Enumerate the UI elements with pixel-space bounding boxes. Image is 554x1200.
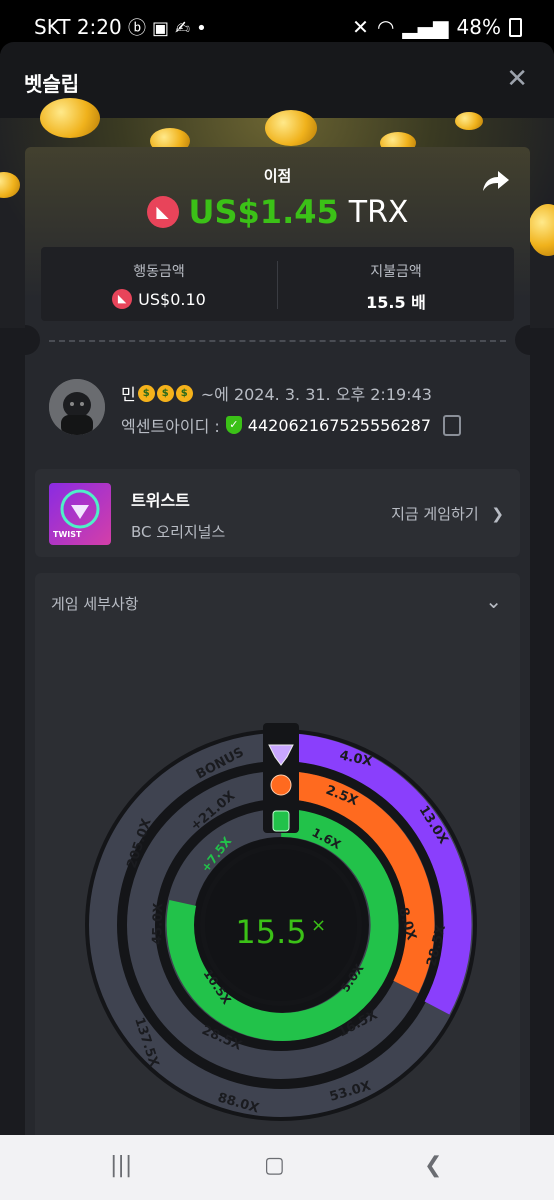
mute-icon: ✕ <box>352 15 369 39</box>
bet-slip-card: 이점 ◣ US$1.45 TRX 행동금액 ◣ US$0.10 지불금액 15.… <box>25 147 530 1147</box>
status-time: SKT 2:20 <box>34 15 122 39</box>
payout-label: 지불금액 <box>370 264 422 280</box>
green-gem-icon <box>272 810 290 832</box>
page-title: 벳슬립 <box>24 72 80 96</box>
bet-amount-row: ◣ US$0.10 <box>41 289 277 309</box>
status-right: ✕ ◠ ▂▄▆ 48% <box>352 15 522 39</box>
profit-currency: TRX <box>348 194 409 230</box>
notification-icons: ⓑ▣✍• <box>128 18 213 39</box>
back-icon[interactable]: ❮ <box>424 1153 442 1178</box>
share-icon[interactable] <box>482 169 510 193</box>
game-row[interactable]: TWIST 트위스트 BC 오리지널스 지금 게임하기 ❯ <box>35 469 520 557</box>
avatar-image <box>49 379 105 435</box>
trx-icon: ◣ <box>112 289 133 309</box>
center-multiplier-x: × <box>311 915 326 936</box>
wifi-icon: ◠ <box>376 15 395 39</box>
payout-value: 15.5 배 <box>366 293 426 312</box>
money-face-icon: $ <box>175 384 193 402</box>
coin-decoration <box>528 204 554 256</box>
bet-amount-value: US$0.10 <box>138 289 206 309</box>
recent-apps-icon[interactable]: ||| <box>110 1153 132 1178</box>
game-thumbnail: TWIST <box>49 483 111 545</box>
bet-stats: 행동금액 ◣ US$0.10 지불금액 15.5 배 <box>41 247 514 321</box>
battery-text: 48% <box>456 15 501 39</box>
bet-amount-stat: 행동금액 ◣ US$0.10 <box>41 247 277 321</box>
avatar[interactable] <box>49 379 105 435</box>
copy-icon[interactable] <box>443 414 462 436</box>
chevron-right-icon: ❯ <box>491 505 504 523</box>
middle-label: 45.0X <box>150 903 166 946</box>
profit-label: 이점 <box>263 167 292 185</box>
profit-amount: US$1.45 <box>188 193 339 231</box>
bet-amount-label: 행동금액 <box>133 264 185 280</box>
game-thumbnail-label: TWIST <box>53 530 82 539</box>
play-now-label: 지금 게임하기 <box>391 505 479 523</box>
twist-wheel: 15.5 × 4.0X 13.0X 28.5X 53.0X 88.0X 137.… <box>85 723 477 1121</box>
coin-decoration <box>265 110 317 146</box>
close-icon[interactable]: ✕ <box>506 64 528 94</box>
system-nav-bar: ||| ▢ ❮ <box>0 1135 554 1200</box>
orange-gem-icon <box>270 774 292 796</box>
user-line: 민 $ $ $ ~에 2024. 3. 31. 오후 2:19:43 <box>121 381 432 405</box>
bet-id-value: 442062167525556287 <box>247 415 432 435</box>
coin-decoration <box>455 112 483 130</box>
game-provider: BC 오리지널스 <box>131 523 226 541</box>
trx-icon: ◣ <box>146 196 179 228</box>
user-name[interactable]: 민 <box>121 381 136 405</box>
game-details-panel: 게임 세부사항 ⌄ 15.5 × 4.0X 13.0X 28.5X 53.0X … <box>35 573 520 1147</box>
money-face-icon: $ <box>137 384 155 402</box>
signal-icon: ▂▄▆ <box>402 15 449 39</box>
money-face-icon: $ <box>156 384 174 402</box>
game-name: 트위스트 <box>131 491 190 510</box>
profit-row: ◣ US$1.45 TRX <box>25 193 530 231</box>
bet-time: ~에 2024. 3. 31. 오후 2:19:43 <box>200 385 432 404</box>
center-multiplier: 15.5 <box>235 913 306 951</box>
bet-id-label: 엑센트아이디 : <box>121 417 220 436</box>
play-now-button[interactable]: 지금 게임하기 ❯ <box>391 503 504 524</box>
ticket-divider <box>49 340 506 342</box>
payout-stat: 지불금액 15.5 배 <box>278 247 514 321</box>
coin-decoration <box>40 98 100 138</box>
home-icon[interactable]: ▢ <box>264 1153 285 1178</box>
bet-id-line: 엑센트아이디 : ✓ 442062167525556287 <box>121 413 462 437</box>
coin-decoration <box>0 172 20 198</box>
battery-icon <box>509 17 522 37</box>
verified-shield-icon: ✓ <box>225 416 242 434</box>
